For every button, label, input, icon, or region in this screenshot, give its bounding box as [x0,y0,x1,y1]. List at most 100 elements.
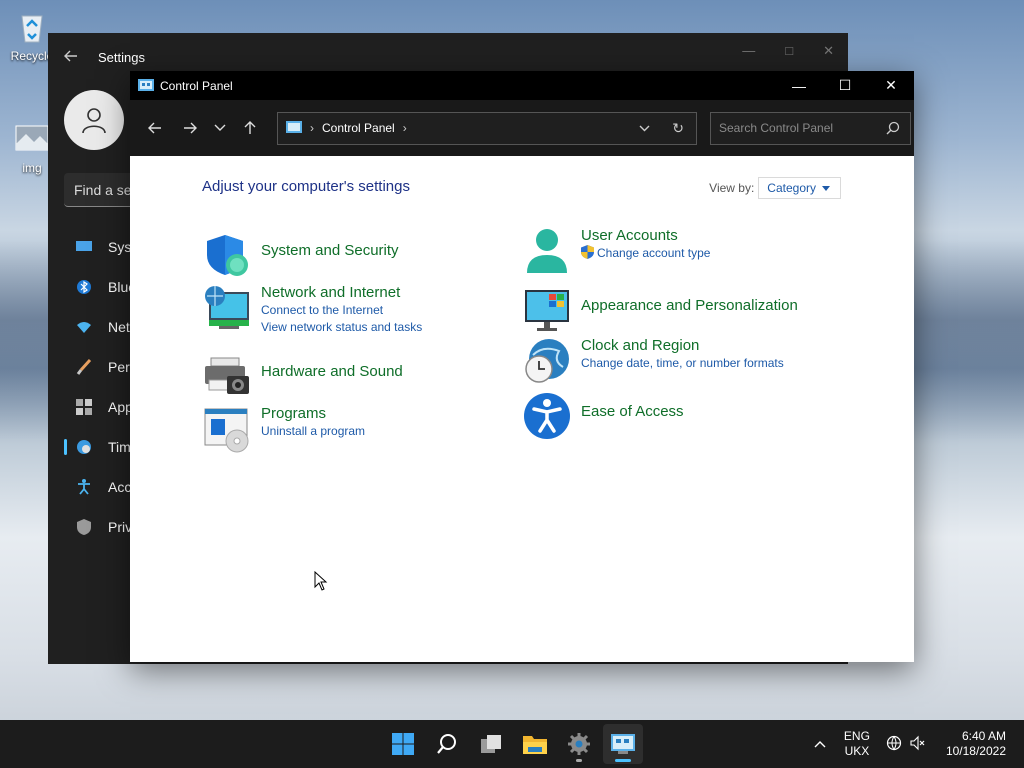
search-icon[interactable] [886,121,900,138]
file-explorer-button[interactable] [515,724,555,764]
category-link[interactable]: Change date, time, or number formats [581,355,784,372]
network-globe-icon [205,286,249,329]
nav-label: Acc [108,479,132,495]
category-title[interactable]: User Accounts [581,227,710,245]
user-avatar[interactable] [64,90,124,150]
wifi-icon [76,319,92,335]
up-arrow-icon[interactable] [235,113,265,143]
caret-down-icon [822,186,830,192]
category-system-security[interactable]: System and Security [203,231,399,279]
category-link[interactable]: View network status and tasks [261,319,422,336]
back-arrow-icon[interactable] [64,49,80,66]
clock-globe-icon [76,439,92,455]
search-icon [437,734,456,754]
keyboard-layout: UKX [844,744,870,758]
page-title: Adjust your computer's settings [202,178,410,195]
clock-globe-icon [525,339,569,383]
settings-title: Settings [98,49,145,65]
image-file-icon [15,125,49,151]
category-link[interactable]: Connect to the Internet [261,302,422,319]
task-view-button[interactable] [471,724,511,764]
category-appearance-personalization[interactable]: Appearance and Personalization [523,286,798,334]
category-link[interactable]: Change account type [581,245,710,262]
nav-label: Priv [108,519,133,535]
category-hardware-sound[interactable]: Hardware and Sound [203,352,403,400]
folder-icon [523,736,547,754]
system-tray: ENG UKX 6:40 AM 10/18/2022 [814,720,1024,768]
active-indicator [615,759,631,762]
category-clock-region[interactable]: Clock and Region Change date, time, or n… [523,337,784,385]
accessibility-icon [524,393,570,439]
apps-icon [76,399,92,415]
programs-icon [204,408,249,453]
control-panel-app-icon [138,78,154,91]
taskbar-search-button[interactable] [427,724,467,764]
category-ease-of-access[interactable]: Ease of Access [523,392,684,440]
control-panel-content: Adjust your computer's settings View by:… [130,156,914,662]
category-title[interactable]: Network and Internet [261,284,422,302]
nav-label: Tim [108,439,131,455]
taskbar-clock[interactable]: 6:40 AM 10/18/2022 [946,729,1006,759]
category-title[interactable]: Programs [261,405,365,423]
brush-icon [76,359,92,375]
category-title[interactable]: Hardware and Sound [261,363,403,381]
chevron-right-icon[interactable]: › [403,121,407,135]
category-user-accounts[interactable]: User Accounts Change account type [523,227,710,275]
minimize-icon[interactable]: — [776,71,822,100]
windows-logo-icon [392,733,414,755]
category-network-internet[interactable]: Network and Internet Connect to the Inte… [203,284,422,336]
security-shield-icon [207,235,248,276]
control-panel-taskbar-button[interactable] [603,724,643,764]
address-bar[interactable]: › Control Panel › ↻ [277,111,697,145]
chevron-down-icon[interactable] [205,113,235,143]
search-input[interactable] [719,121,879,135]
input-language[interactable]: ENG UKX [844,729,870,759]
control-panel-window[interactable]: Control Panel — ☐ ✕ › Control Panel › ↻ … [130,71,914,662]
uac-shield-icon [581,245,594,259]
mouse-cursor-icon [314,571,328,591]
view-by-value: Category [767,181,816,195]
bluetooth-icon [76,279,92,295]
view-by: View by: Category [709,177,841,199]
clock-time: 6:40 AM [961,729,1006,743]
view-by-dropdown[interactable]: Category [758,177,841,199]
navigation-bar: › Control Panel › ↻ [130,100,914,156]
person-icon [82,108,106,134]
start-button[interactable] [383,724,423,764]
chevron-up-icon[interactable] [814,737,826,751]
category-title[interactable]: Clock and Region [581,337,784,355]
category-link[interactable]: Uninstall a program [261,423,365,440]
maximize-icon[interactable]: □ [785,43,793,59]
category-title[interactable]: System and Security [261,242,399,260]
close-icon[interactable]: ✕ [823,43,834,59]
recycle-bin-icon [21,15,43,43]
user-accounts-icon [527,229,567,273]
network-globe-icon[interactable] [886,735,902,754]
volume-muted-icon[interactable] [910,735,926,754]
control-panel-app-icon [611,734,635,754]
chevron-down-icon[interactable] [639,121,650,135]
running-indicator [576,759,582,762]
category-programs[interactable]: Programs Uninstall a program [203,405,365,453]
view-by-label: View by: [709,181,755,195]
category-title[interactable]: Ease of Access [581,403,684,421]
clock-date: 10/18/2022 [945,744,1006,758]
back-arrow-icon[interactable] [140,113,170,143]
minimize-icon[interactable]: — [742,43,755,59]
forward-arrow-icon[interactable] [175,113,205,143]
category-link-text: Change account type [597,246,711,260]
window-title: Control Panel [160,78,233,93]
chevron-right-icon[interactable]: › [310,121,314,135]
accessibility-icon [76,479,92,495]
control-panel-app-icon [286,121,302,133]
settings-taskbar-button[interactable] [559,724,599,764]
search-box[interactable] [710,111,911,145]
settings-window-controls: — □ ✕ [742,43,834,59]
shield-icon [76,519,92,535]
maximize-icon[interactable]: ☐ [822,71,868,100]
refresh-icon[interactable]: ↻ [672,120,684,137]
control-panel-titlebar: Control Panel — ☐ ✕ [130,71,914,100]
category-title[interactable]: Appearance and Personalization [581,297,798,315]
close-icon[interactable]: ✕ [868,71,914,100]
breadcrumb[interactable]: Control Panel [322,121,395,135]
